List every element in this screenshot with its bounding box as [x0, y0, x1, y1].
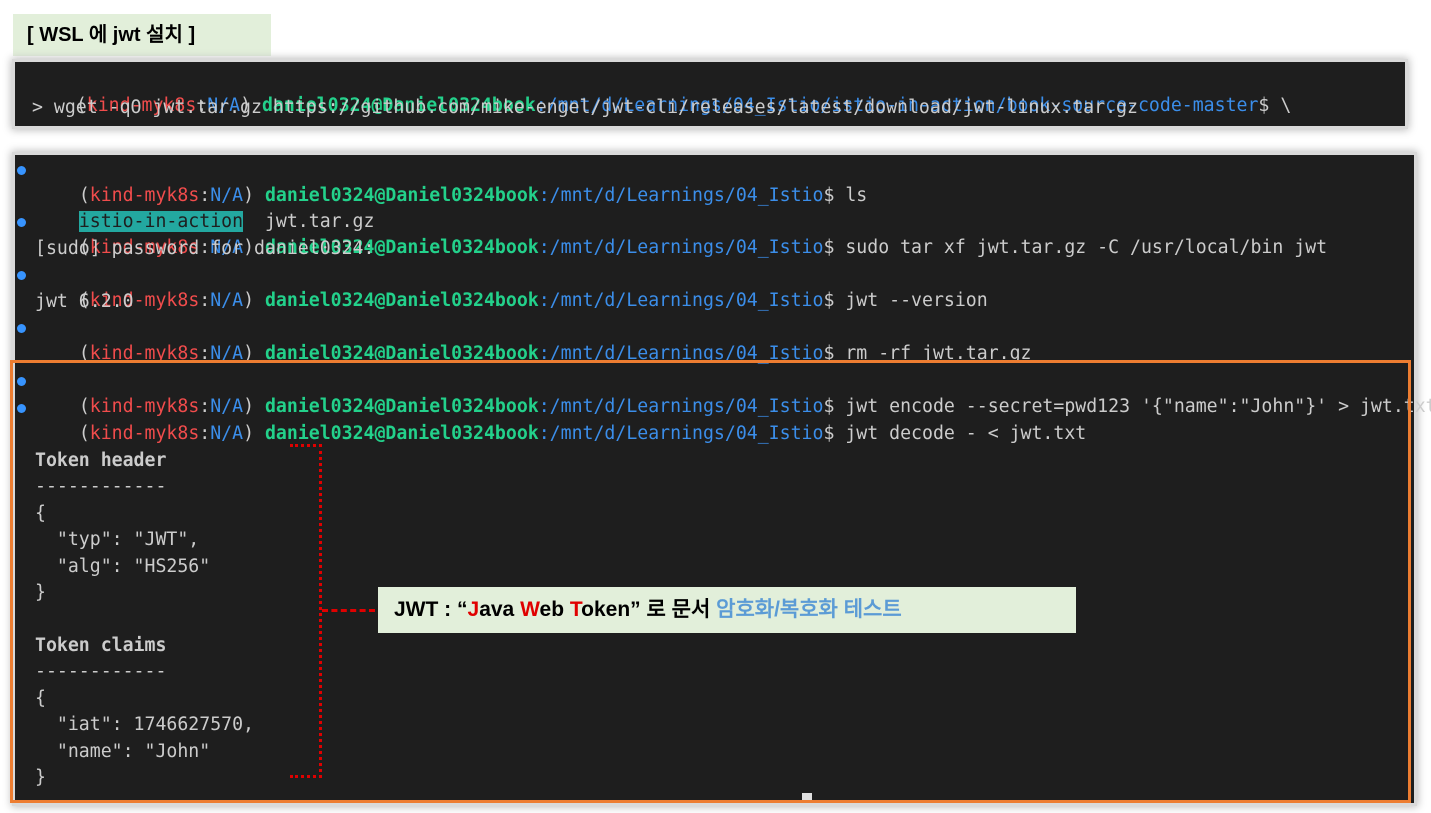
command-status-dot-icon: [17, 377, 26, 386]
command-status-dot-icon: [17, 324, 26, 333]
env-paren-close: ): [243, 290, 255, 311]
terminal-line-sudo: [sudo] password for daniel0324:: [35, 238, 375, 259]
annotation-callout: JWT : “Java Web Token” 로 문서 암호화/복호화 테스트: [378, 587, 1076, 633]
main-terminal-panel: (kind-myk8s:N/A) daniel0324@Daniel0324bo…: [15, 155, 1431, 803]
line-continuation: \: [1269, 95, 1292, 116]
terminal-cursor: [802, 793, 812, 803]
command-text: ls: [834, 185, 868, 206]
env-paren-close: ): [243, 423, 255, 444]
json-brace-close: }: [35, 582, 46, 603]
terminal-line-encode: (kind-myk8s:N/A) daniel0324@Daniel0324bo…: [17, 368, 1431, 417]
json-brace-open: {: [35, 503, 46, 524]
env-na: N/A: [210, 290, 244, 311]
env-name: kind-myk8s: [89, 423, 200, 444]
token-header-rule: ------------: [35, 476, 167, 497]
token-header-title: Token header: [35, 450, 167, 471]
command-text: jwt decode - < jwt.txt: [834, 423, 1087, 444]
json-iat-line: "iat": 1746627570,: [35, 714, 254, 735]
user-host: daniel0324@Daniel0324book: [264, 423, 539, 444]
json-name-line: "name": "John": [35, 741, 211, 762]
annotation-eb: eb: [539, 598, 570, 621]
command-text: sudo tar xf jwt.tar.gz -C /usr/local/bin…: [834, 237, 1328, 258]
cwd-path: :/mnt/d/Learnings/04_Istio: [538, 290, 824, 311]
prompt-dollar: $: [823, 237, 835, 258]
annotation-letter-w: W: [520, 598, 540, 621]
command-status-dot-icon: [17, 271, 26, 280]
token-claims-rule: ------------: [35, 661, 167, 682]
user-host: daniel0324@Daniel0324book: [264, 290, 539, 311]
cwd-path: :/mnt/d/Learnings/04_Istio: [538, 423, 824, 444]
cwd-path: :/mnt/d/Learnings/04_Istio: [538, 185, 824, 206]
terminal-line-version-output: jwt 6.2.0: [35, 291, 134, 312]
prompt-dollar: $: [1258, 95, 1270, 116]
wget-terminal-panel: (kind-myk8s:N/A) daniel0324@Daniel0324bo…: [15, 62, 1405, 126]
env-na: N/A: [210, 423, 244, 444]
terminal-line-wget-prompt: (kind-myk8s:N/A) daniel0324@Daniel0324bo…: [32, 67, 1291, 116]
env-colon: :: [199, 290, 211, 311]
terminal-line-tar: (kind-myk8s:N/A) daniel0324@Daniel0324bo…: [17, 209, 1327, 258]
annotation-highlight: 암호화/복호화 테스트: [716, 598, 902, 621]
command-status-dot-icon: [17, 351, 26, 360]
command-text: rm -rf jwt.tar.gz: [834, 343, 1032, 364]
json-alg-line: "alg": "HS256": [35, 556, 211, 577]
prompt-dollar: $: [823, 423, 835, 444]
command-status-dot-icon: [17, 218, 26, 227]
json-brace-open: {: [35, 688, 46, 709]
terminal-line-rm: (kind-myk8s:N/A) daniel0324@Daniel0324bo…: [17, 315, 1032, 364]
json-brace-close: }: [35, 767, 46, 788]
red-dotted-bracket: [290, 444, 322, 778]
prompt-dollar: $: [823, 185, 835, 206]
red-dashed-connector: [322, 609, 375, 612]
terminal-line-ls-output: istio-in-action jwt.tar.gz: [35, 183, 374, 232]
terminal-line-ls: (kind-myk8s:N/A) daniel0324@Daniel0324bo…: [17, 157, 867, 206]
token-claims-title: Token claims: [35, 635, 167, 656]
annotation-letter-t: T: [569, 598, 582, 621]
terminal-line-wget-command: > wget -qO jwt.tar.gz https://github.com…: [32, 97, 1138, 118]
prompt-dollar: $: [823, 290, 835, 311]
section-title-tag: [ WSL 에 jwt 설치 ]: [13, 14, 271, 56]
annotation-prefix: JWT : “: [394, 598, 468, 621]
json-typ-line: "typ": "JWT",: [35, 529, 200, 550]
cwd-path: :/mnt/d/Learnings/04_Istio: [538, 237, 824, 258]
command-text: jwt --version: [834, 290, 988, 311]
annotation-oken: oken” 로 문서: [581, 598, 717, 621]
annotation-ava: ava: [479, 598, 521, 621]
command-status-dot-icon: [17, 404, 26, 413]
terminal-line-decode: (kind-myk8s:N/A) daniel0324@Daniel0324bo…: [17, 395, 1086, 444]
env-colon: :: [199, 423, 211, 444]
env-paren: (: [78, 423, 90, 444]
annotation-letter-j: J: [467, 598, 480, 621]
terminal-line-version: (kind-myk8s:N/A) daniel0324@Daniel0324bo…: [17, 262, 988, 311]
command-status-dot-icon: [17, 166, 26, 175]
